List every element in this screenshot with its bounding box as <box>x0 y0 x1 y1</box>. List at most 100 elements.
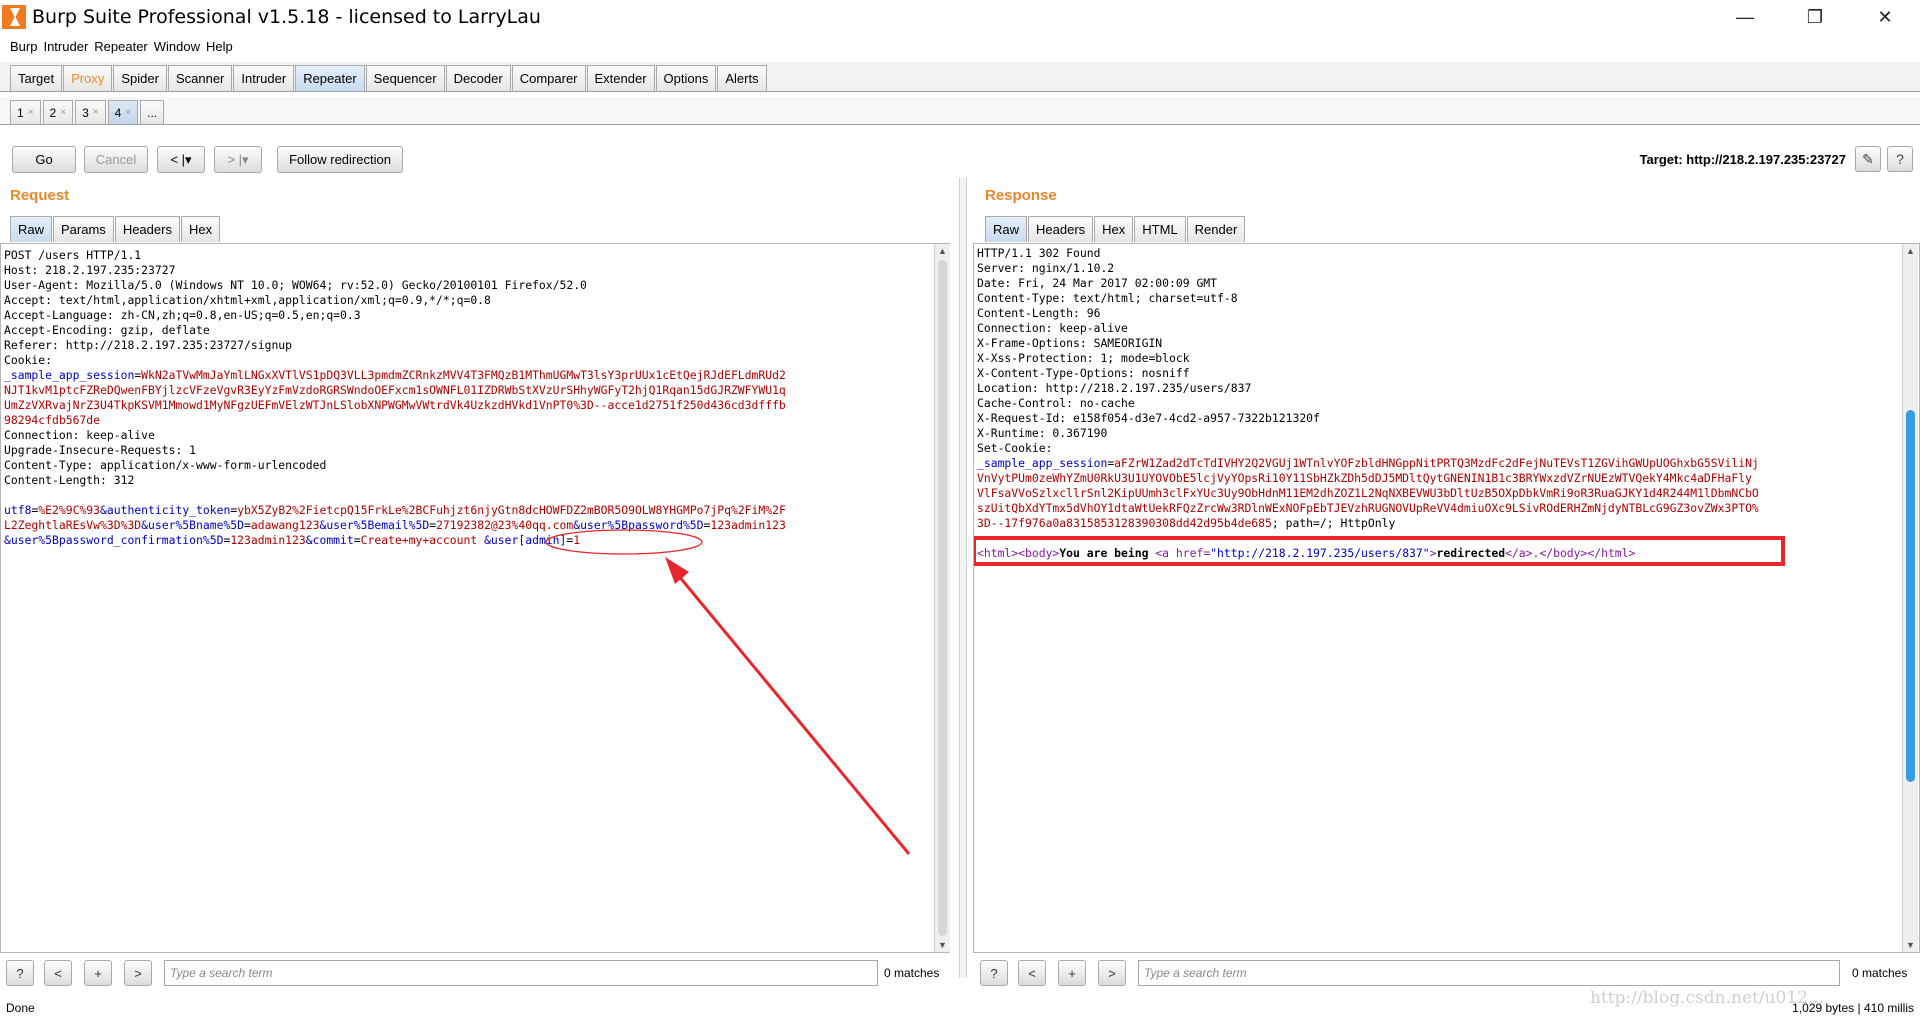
cookie-value: 3D--17f976a0a8315853128390308dd42d95b4de… <box>977 516 1272 530</box>
request-tab-headers[interactable]: Headers <box>114 216 180 242</box>
tab-spider[interactable]: Spider <box>113 65 167 91</box>
menu-help[interactable]: Help <box>206 39 233 54</box>
annotation-arrow-head <box>665 557 689 584</box>
title-bar: Burp Suite Professional v1.5.18 - licens… <box>0 0 1920 34</box>
annotation-ellipse <box>545 529 703 555</box>
tab-intruder[interactable]: Intruder <box>233 65 295 91</box>
edit-target-icon[interactable]: ✎ <box>1855 146 1881 172</box>
menu-burp[interactable]: Burp <box>10 39 37 54</box>
search-help-button[interactable]: ? <box>6 960 34 986</box>
follow-redirection-button[interactable]: Follow redirection <box>277 146 403 173</box>
request-editor[interactable]: POST /users HTTP/1.1 Host: 218.2.197.235… <box>0 243 950 953</box>
repeater-tab-label: 2 <box>49 105 57 120</box>
tab-comparer[interactable]: Comparer <box>511 65 586 91</box>
tab-options[interactable]: Options <box>655 65 717 91</box>
close-tab-icon[interactable]: × <box>28 107 34 118</box>
cancel-button[interactable]: Cancel <box>84 146 148 173</box>
window-title: Burp Suite Professional v1.5.18 - licens… <box>32 6 541 28</box>
back-button[interactable]: < |▾ <box>157 146 205 173</box>
main-tab-bar: Target Proxy Spider Scanner Intruder Rep… <box>0 62 1920 92</box>
scroll-up-icon[interactable]: ▲ <box>938 246 947 256</box>
tab-repeater[interactable]: Repeater <box>295 65 365 91</box>
close-tab-icon[interactable]: × <box>60 107 66 118</box>
watermark: http://blog.csdn.net/u012... <box>1590 988 1825 1008</box>
response-tab-headers[interactable]: Headers <box>1028 216 1094 242</box>
response-tab-bar: Raw Headers Hex HTML Render <box>985 216 1246 242</box>
tab-extender[interactable]: Extender <box>586 65 655 91</box>
repeater-tab-bar: 1 × 2 × 3 × 4 × ... <box>0 97 1920 125</box>
scroll-up-icon[interactable]: ▲ <box>1906 246 1915 256</box>
request-title: Request <box>10 187 70 204</box>
search-next-button[interactable]: > <box>1098 960 1126 986</box>
menu-bar: Burp Intruder Repeater Window Help <box>0 35 1920 57</box>
close-tab-icon[interactable]: × <box>125 107 131 118</box>
close-button[interactable]: ✕ <box>1850 0 1920 34</box>
menu-window[interactable]: Window <box>154 39 200 54</box>
cookie-value: VlFsaVVoSzlxcllrSnl2KipUUmh3clFxYUc3Uy9O… <box>977 486 1759 500</box>
search-next-button[interactable]: > <box>124 960 152 986</box>
status-text: Done <box>6 1001 35 1015</box>
request-scrollbar[interactable]: ▲ ▼ <box>934 244 950 952</box>
scroll-down-icon[interactable]: ▼ <box>1906 940 1915 950</box>
response-search-input[interactable]: Type a search term <box>1138 960 1840 986</box>
cookie-tail: ; path=/; HttpOnly <box>1271 516 1396 530</box>
annotation-overlay <box>545 529 911 855</box>
repeater-tab-label: 3 <box>82 105 89 120</box>
response-tab-hex[interactable]: Hex <box>1094 216 1134 242</box>
request-tab-raw[interactable]: Raw <box>10 216 53 242</box>
burp-logo-icon <box>2 5 26 29</box>
tab-alerts[interactable]: Alerts <box>717 65 767 91</box>
search-add-button[interactable]: + <box>1058 960 1086 986</box>
repeater-tab-1[interactable]: 1 × <box>10 100 41 124</box>
response-search-bar: ? < + > Type a search term 0 matches <box>980 960 1920 988</box>
forward-button[interactable]: > |▾ <box>214 146 262 173</box>
search-previous-button[interactable]: < <box>44 960 72 986</box>
response-tab-render[interactable]: Render <box>1186 216 1246 242</box>
response-editor[interactable]: HTTP/1.1 302 Found Server: nginx/1.10.2 … <box>973 243 1920 953</box>
repeater-tab-4[interactable]: 4 × <box>107 100 139 124</box>
request-tab-hex[interactable]: Hex <box>180 216 221 242</box>
window-controls: — ❐ ✕ <box>1710 0 1920 34</box>
cookie-name: _sample_app_session <box>977 456 1108 470</box>
response-title: Response <box>985 187 1057 204</box>
request-tab-params[interactable]: Params <box>53 216 114 242</box>
minimize-button[interactable]: — <box>1710 0 1780 34</box>
tab-scanner[interactable]: Scanner <box>167 65 233 91</box>
scroll-thumb[interactable] <box>1906 410 1915 782</box>
response-text[interactable]: HTTP/1.1 302 Found Server: nginx/1.10.2 … <box>974 244 1919 561</box>
search-help-button[interactable]: ? <box>980 960 1008 986</box>
response-scrollbar[interactable]: ▲ ▼ <box>1902 244 1918 952</box>
repeater-tab-label: 4 <box>114 105 122 120</box>
response-headers: HTTP/1.1 302 Found Server: nginx/1.10.2 … <box>977 246 1320 455</box>
search-add-button[interactable]: + <box>84 960 112 986</box>
annotation-arrow-line <box>671 568 911 855</box>
pane-splitter[interactable] <box>959 178 967 978</box>
tab-decoder[interactable]: Decoder <box>445 65 511 91</box>
request-search-bar: ? < + > Type a search term 0 matches <box>6 960 956 988</box>
scroll-down-icon[interactable]: ▼ <box>938 940 947 950</box>
close-tab-icon[interactable]: × <box>93 107 99 118</box>
request-search-input[interactable]: Type a search term <box>164 960 878 986</box>
cookie-value: szUitQbXdYTmx5dVhOY1dtaWtUekRFQzZrcWw3RD… <box>977 501 1759 515</box>
help-icon[interactable]: ? <box>1887 146 1913 172</box>
repeater-tab-3[interactable]: 3 × <box>75 100 106 124</box>
scroll-thumb[interactable] <box>938 260 947 936</box>
search-previous-button[interactable]: < <box>1018 960 1046 986</box>
repeater-tab-label: 1 <box>17 105 24 120</box>
cookie-value: VnVytPUm0zeWhYZmU0RkU3U1UYOVObE5lcjVyYOp… <box>977 471 1752 485</box>
menu-repeater[interactable]: Repeater <box>94 39 147 54</box>
target-label: Target: http://218.2.197.235:23727 <box>1639 152 1846 167</box>
request-tab-bar: Raw Params Headers Hex <box>10 216 221 242</box>
response-tab-html[interactable]: HTML <box>1134 216 1186 242</box>
response-tab-raw[interactable]: Raw <box>985 216 1028 242</box>
new-repeater-tab[interactable]: ... <box>140 100 165 124</box>
go-button[interactable]: Go <box>12 146 76 173</box>
tab-target[interactable]: Target <box>10 65 63 91</box>
repeater-tab-2[interactable]: 2 × <box>42 100 74 124</box>
maximize-button[interactable]: ❐ <box>1780 0 1850 34</box>
cookie-value: aFZrW1Zad2dTcTdIVHY2Q2VGUj1WTnlvYOFzbldH… <box>1114 456 1759 470</box>
menu-intruder[interactable]: Intruder <box>43 39 88 54</box>
tab-sequencer[interactable]: Sequencer <box>365 65 445 91</box>
response-match-count: 0 matches <box>1852 966 1908 980</box>
tab-proxy[interactable]: Proxy <box>63 65 113 91</box>
